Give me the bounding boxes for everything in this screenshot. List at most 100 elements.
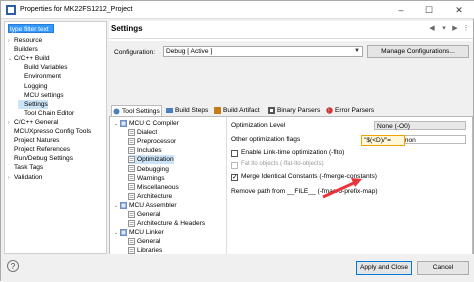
panel-divider	[226, 117, 227, 256]
configuration-select[interactable]: Debug [ Active ] ▼	[163, 46, 363, 57]
tool-tree-label: Dialect	[137, 129, 158, 137]
tool-tree-label: Miscellaneous	[137, 183, 179, 191]
settings-page-icon	[128, 238, 135, 245]
settings-page-icon	[128, 183, 135, 191]
back-dropdown-icon[interactable]: ▾	[439, 24, 449, 34]
page-header: Settings ◀ ▾ ▶ ⋮	[109, 21, 473, 39]
tool-tree-item-architecture-headers[interactable]: Architecture & Headers	[128, 219, 205, 228]
tool-tree-item-architecture[interactable]: Architecture	[128, 192, 172, 201]
tab-build-artifact[interactable]: Build Artifact	[213, 105, 265, 116]
tool-icon	[120, 228, 127, 236]
tool-tree-label: General	[137, 238, 161, 246]
tool-tree-label: Architecture & Headers	[137, 220, 206, 228]
properties-window: Properties for MK22FS1212_Project – ☐ ✕ …	[0, 0, 474, 282]
sidebar-item-label: Run/Debug Settings	[14, 155, 74, 163]
tool-tree-item-dialect[interactable]: Dialect	[128, 128, 157, 137]
tool-tree-item-mcu-assembler[interactable]: ⌄ MCU Assembler	[114, 201, 177, 210]
tool-tree-label: MCU Linker	[129, 229, 164, 237]
sidebar-item-build-variables[interactable]: Build Variables	[18, 63, 68, 72]
tool-tree-label: Includes	[137, 147, 162, 155]
sidebar-item-label: Task Tags	[14, 164, 44, 172]
sidebar-item-label: Builders	[14, 46, 38, 54]
binary-parsers-icon	[268, 107, 275, 114]
tool-tree-label: MCU Assembler	[129, 201, 177, 209]
build-steps-icon	[166, 108, 173, 113]
sidebar-item-project-references[interactable]: Project References	[8, 145, 70, 154]
error-parsers-icon: !	[326, 107, 333, 114]
settings-panel: Settings ◀ ▾ ▶ ⋮ Configuration: Debug [ …	[109, 21, 473, 256]
close-button[interactable]: ✕	[445, 1, 473, 19]
tool-settings-panel: ⌄ MCU C Compiler Dialect Preprocessor Includ…	[109, 116, 473, 256]
sidebar-item-task-tags[interactable]: Task Tags	[8, 163, 43, 172]
lto-checkbox[interactable]	[231, 150, 238, 157]
forward-arrow-icon[interactable]: ▶	[450, 24, 460, 34]
tool-icon	[120, 201, 127, 209]
tab-error-parsers[interactable]: ! Error Parsers	[325, 105, 377, 116]
tool-tree-label: General	[137, 211, 161, 218]
sidebar-item-project-natures[interactable]: Project Natures	[8, 136, 59, 145]
sidebar-item-label: Resource	[14, 37, 43, 44]
optimization-level-label: Optimization Level	[231, 122, 286, 129]
sidebar-item-label: Tool Chain Editor	[24, 109, 75, 117]
tool-tree-item-debugging[interactable]: Debugging	[128, 165, 169, 174]
tool-tree-item-optimization[interactable]: Optimization	[128, 155, 174, 165]
remove-path-label: Remove path from __FILE__ (-fmacro-prefi…	[231, 188, 378, 195]
sidebar-item-resource[interactable]: › Resource	[8, 36, 42, 45]
tool-tree-label: Warnings	[137, 174, 165, 182]
tool-tree-item-includes[interactable]: Includes	[128, 146, 162, 155]
tab-tool-settings[interactable]: Tool Settings	[111, 105, 162, 116]
back-arrow-icon[interactable]: ◀	[427, 24, 437, 34]
tool-settings-icon	[113, 108, 120, 115]
window-title: Properties for MK22FS1212_Project	[20, 6, 133, 13]
sidebar-item-label: MCUXpresso Config Tools	[14, 128, 92, 135]
tool-tree-item-preprocessor[interactable]: Preprocessor	[128, 137, 176, 146]
tool-tree-label: Architecture	[137, 192, 173, 200]
help-icon[interactable]: ?	[7, 260, 19, 272]
sidebar-item-c-c-build[interactable]: ⌄ C/C++ Build	[8, 54, 50, 63]
sidebar-item-run-debug-settings[interactable]: Run/Debug Settings	[8, 154, 73, 163]
sidebar-item-label: Validation	[14, 173, 43, 181]
fat-lto-checkbox[interactable]	[231, 162, 238, 169]
configuration-value: Debug [ Active ]	[166, 48, 213, 55]
tool-tree-item-warnings[interactable]: Warnings	[128, 174, 165, 183]
sidebar-item-settings[interactable]: Settings	[18, 99, 48, 109]
build-artifact-icon	[214, 107, 221, 114]
maximize-button[interactable]: ☐	[415, 1, 443, 19]
sidebar-item-environment[interactable]: Environment	[18, 72, 61, 81]
cancel-button[interactable]: Cancel	[417, 261, 469, 275]
menu-dropdown-icon[interactable]: ⋮	[461, 24, 471, 34]
merge-constants-checkbox[interactable]	[231, 173, 238, 181]
tool-tree-item-general[interactable]: General	[128, 210, 160, 219]
optimization-level-select[interactable]: None (-O0)	[374, 121, 466, 130]
tool-tree-label: Preprocessor	[137, 138, 177, 146]
lto-label: Enable Link-time optimization (-flto)	[241, 149, 345, 156]
apply-and-close-button[interactable]: Apply and Close	[356, 261, 412, 275]
sidebar-item-validation[interactable]: › Validation	[8, 173, 42, 182]
settings-page-icon	[128, 210, 135, 218]
tool-tree-item-mcu-linker[interactable]: ⌄ MCU Linker	[114, 228, 164, 237]
tool-tree-item-miscellaneous[interactable]: Miscellaneous	[128, 183, 179, 192]
sidebar-item-logging[interactable]: Logging	[18, 82, 47, 91]
sidebar-item-mcu-settings[interactable]: MCU settings	[18, 91, 64, 100]
tab-binary-parsers[interactable]: Binary Parsers	[267, 105, 323, 116]
remove-path-input[interactable]: "$(<D)/"=	[361, 135, 405, 146]
filter-input[interactable]: type filter text	[8, 24, 54, 33]
tool-icon	[120, 119, 127, 127]
sidebar-item-label: C/C++ Build	[14, 55, 50, 63]
chevron-down-icon: ▼	[354, 48, 360, 54]
settings-page-icon	[128, 147, 135, 154]
sidebar-item-c-c-general[interactable]: › C/C++ General	[8, 118, 58, 127]
settings-page-icon	[128, 192, 135, 200]
tab-bar: Tool Settings Build Steps Build Artifact…	[109, 105, 473, 116]
sidebar-item-builders[interactable]: Builders	[8, 45, 38, 54]
sidebar-item-mcuxpresso-config-tools[interactable]: MCUXpresso Config Tools	[8, 127, 91, 136]
sidebar-item-tool-chain-editor[interactable]: Tool Chain Editor	[18, 109, 74, 118]
tool-tree-item-mcu-c-compiler[interactable]: ⌄ MCU C Compiler	[114, 119, 179, 128]
manage-configurations-button[interactable]: Manage Configurations...	[367, 45, 469, 58]
tool-tree-label: MCU C Compiler	[129, 120, 179, 127]
settings-page-icon	[128, 138, 135, 145]
sidebar-item-label: MCU settings	[24, 91, 64, 99]
minimize-button[interactable]: –	[387, 1, 415, 19]
tab-build-steps[interactable]: Build Steps	[165, 105, 211, 116]
tool-tree-item-general[interactable]: General	[128, 237, 160, 246]
